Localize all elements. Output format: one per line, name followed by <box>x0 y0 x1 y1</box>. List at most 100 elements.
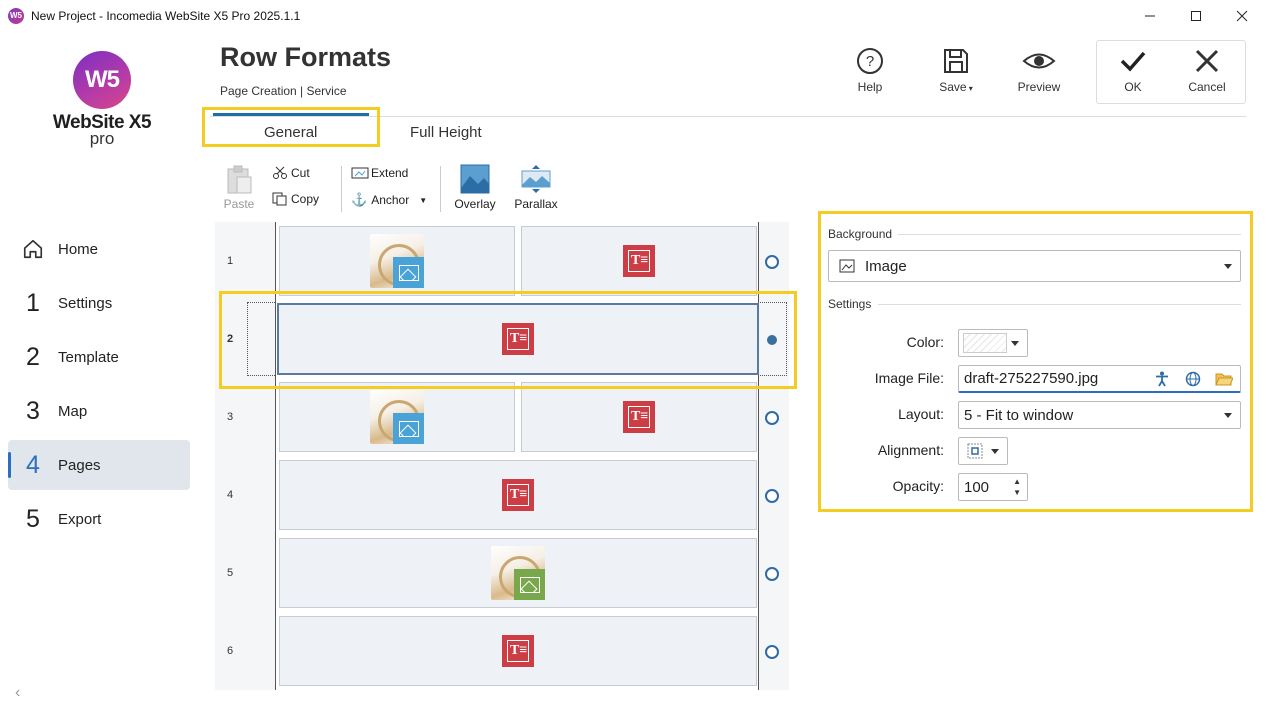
overlay-button[interactable]: Overlay <box>452 164 498 211</box>
background-type-select[interactable]: Image <box>828 250 1241 282</box>
image-file-input[interactable]: draft-275227590.jpg <box>958 365 1241 393</box>
row-number: 4 <box>226 489 234 501</box>
cell-image[interactable] <box>279 226 515 296</box>
cell-image[interactable] <box>279 538 757 608</box>
paste-icon <box>227 165 252 194</box>
copy-button[interactable]: Copy <box>272 192 319 206</box>
overlay-label: Overlay <box>454 197 496 211</box>
image-object-icon <box>370 390 424 444</box>
row-radio[interactable] <box>765 489 779 503</box>
nav-pages[interactable]: 4 Pages <box>8 440 190 490</box>
svg-text:?: ? <box>866 53 874 70</box>
nav-label-home: Home <box>58 240 99 258</box>
table-row[interactable]: 6 T≡ <box>215 612 789 690</box>
table-row[interactable]: 4 T≡ <box>215 456 789 534</box>
toolbar-separator <box>440 166 441 212</box>
maximize-button[interactable] <box>1173 0 1219 31</box>
alignment-select[interactable] <box>958 437 1008 465</box>
text-object-icon: T≡ <box>623 245 655 277</box>
save-dropdown-icon[interactable]: ▾ <box>967 84 973 93</box>
layout-value: 5 - Fit to window <box>964 406 1074 424</box>
nav-template[interactable]: 2 Template <box>8 332 190 382</box>
text-object-icon: T≡ <box>502 635 534 667</box>
cancel-x-icon <box>1195 49 1219 73</box>
nav-label-template: Template <box>58 348 119 366</box>
section-divider <box>878 304 1241 305</box>
web-globe-icon[interactable] <box>1184 370 1202 388</box>
cut-label: Cut <box>291 166 310 180</box>
nav-settings[interactable]: 1 Settings <box>8 278 190 328</box>
extend-label: Extend <box>371 166 409 180</box>
nav-export[interactable]: 5 Export <box>8 494 190 544</box>
color-label: Color: <box>906 334 944 350</box>
table-row[interactable]: 3 T≡ <box>215 378 789 456</box>
cut-button[interactable]: Cut <box>272 166 310 180</box>
color-picker[interactable] <box>958 329 1028 357</box>
minimize-button[interactable] <box>1127 0 1173 31</box>
help-button[interactable]: ? Help <box>830 46 910 94</box>
image-file-value: draft-275227590.jpg <box>964 370 1099 387</box>
anchor-button[interactable]: ⚓ Anchor ▼ <box>351 192 427 208</box>
opacity-stepper[interactable]: 100 ▲ ▼ <box>958 473 1028 501</box>
nav-label-pages: Pages <box>58 456 101 474</box>
checkmark-icon <box>1120 51 1146 72</box>
chevron-down-icon <box>1011 341 1019 346</box>
nav-label-map: Map <box>58 402 88 420</box>
ok-label: OK <box>1124 80 1142 94</box>
nav-home[interactable]: Home <box>8 224 190 274</box>
logo-edition: pro <box>89 129 115 148</box>
stepper-arrows-icon[interactable]: ▲ ▼ <box>1013 476 1021 498</box>
alignment-label: Alignment: <box>877 442 944 458</box>
tab-general[interactable]: General <box>264 124 317 141</box>
cell-image[interactable] <box>279 382 515 452</box>
preview-button[interactable]: Preview <box>999 46 1079 94</box>
tab-full-height[interactable]: Full Height <box>410 124 482 141</box>
layout-label: Layout: <box>898 406 944 422</box>
close-window-button[interactable] <box>1219 0 1265 31</box>
cancel-button[interactable]: Cancel <box>1167 46 1247 94</box>
cell-text[interactable]: T≡ <box>521 382 757 452</box>
settings-section-label: Settings <box>828 297 872 311</box>
folder-icon[interactable] <box>1215 370 1233 388</box>
sidebar: W5 WebSite X5 pro Home 1 Settings 2 Temp… <box>0 31 200 713</box>
accessibility-icon[interactable] <box>1153 370 1171 388</box>
paste-button[interactable]: Paste <box>222 164 256 211</box>
opacity-label: Opacity: <box>892 478 944 494</box>
chevron-down-icon <box>1224 264 1232 269</box>
anchor-icon: ⚓ <box>351 192 368 207</box>
nav-number: 4 <box>26 450 40 479</box>
nav-label-export: Export <box>58 510 102 528</box>
image-object-icon <box>491 546 545 600</box>
table-row[interactable]: 5 <box>215 534 789 612</box>
row-body: T≡ <box>275 378 759 456</box>
collapse-sidebar-icon[interactable]: ‹ <box>15 684 20 702</box>
cell-text[interactable]: T≡ <box>279 616 757 686</box>
row-radio[interactable] <box>765 255 779 269</box>
row-radio[interactable] <box>765 645 779 659</box>
cell-text[interactable]: T≡ <box>279 460 757 530</box>
window-title: New Project - Incomedia WebSite X5 Pro 2… <box>31 8 301 23</box>
background-type-value: Image <box>865 257 907 275</box>
save-label: Save <box>939 80 967 94</box>
chevron-down-icon <box>991 449 999 454</box>
cell-text[interactable]: T≡ <box>521 226 757 296</box>
nav-number: 2 <box>26 342 40 371</box>
opacity-value: 100 <box>964 478 990 496</box>
nav-number: 5 <box>26 504 40 533</box>
parallax-button[interactable]: Parallax <box>512 164 560 211</box>
table-row[interactable]: 1 T≡ <box>215 222 789 300</box>
extend-button[interactable]: Extend <box>351 166 408 180</box>
row-radio[interactable] <box>765 411 779 425</box>
image-object-icon <box>370 234 424 288</box>
paste-label: Paste <box>223 197 255 211</box>
row-number: 6 <box>226 645 234 657</box>
nav-map[interactable]: 3 Map <box>8 386 190 436</box>
row-radio[interactable] <box>765 567 779 581</box>
image-file-label: Image File: <box>874 370 944 386</box>
breadcrumb: Page Creation | Service <box>220 84 347 98</box>
save-button[interactable]: Save ▾ <box>916 46 996 94</box>
anchor-dropdown-icon[interactable]: ▼ <box>419 196 427 205</box>
layout-select[interactable]: 5 - Fit to window <box>958 401 1241 429</box>
page-title: Row Formats <box>220 42 392 72</box>
ok-button[interactable]: OK <box>1093 46 1173 94</box>
